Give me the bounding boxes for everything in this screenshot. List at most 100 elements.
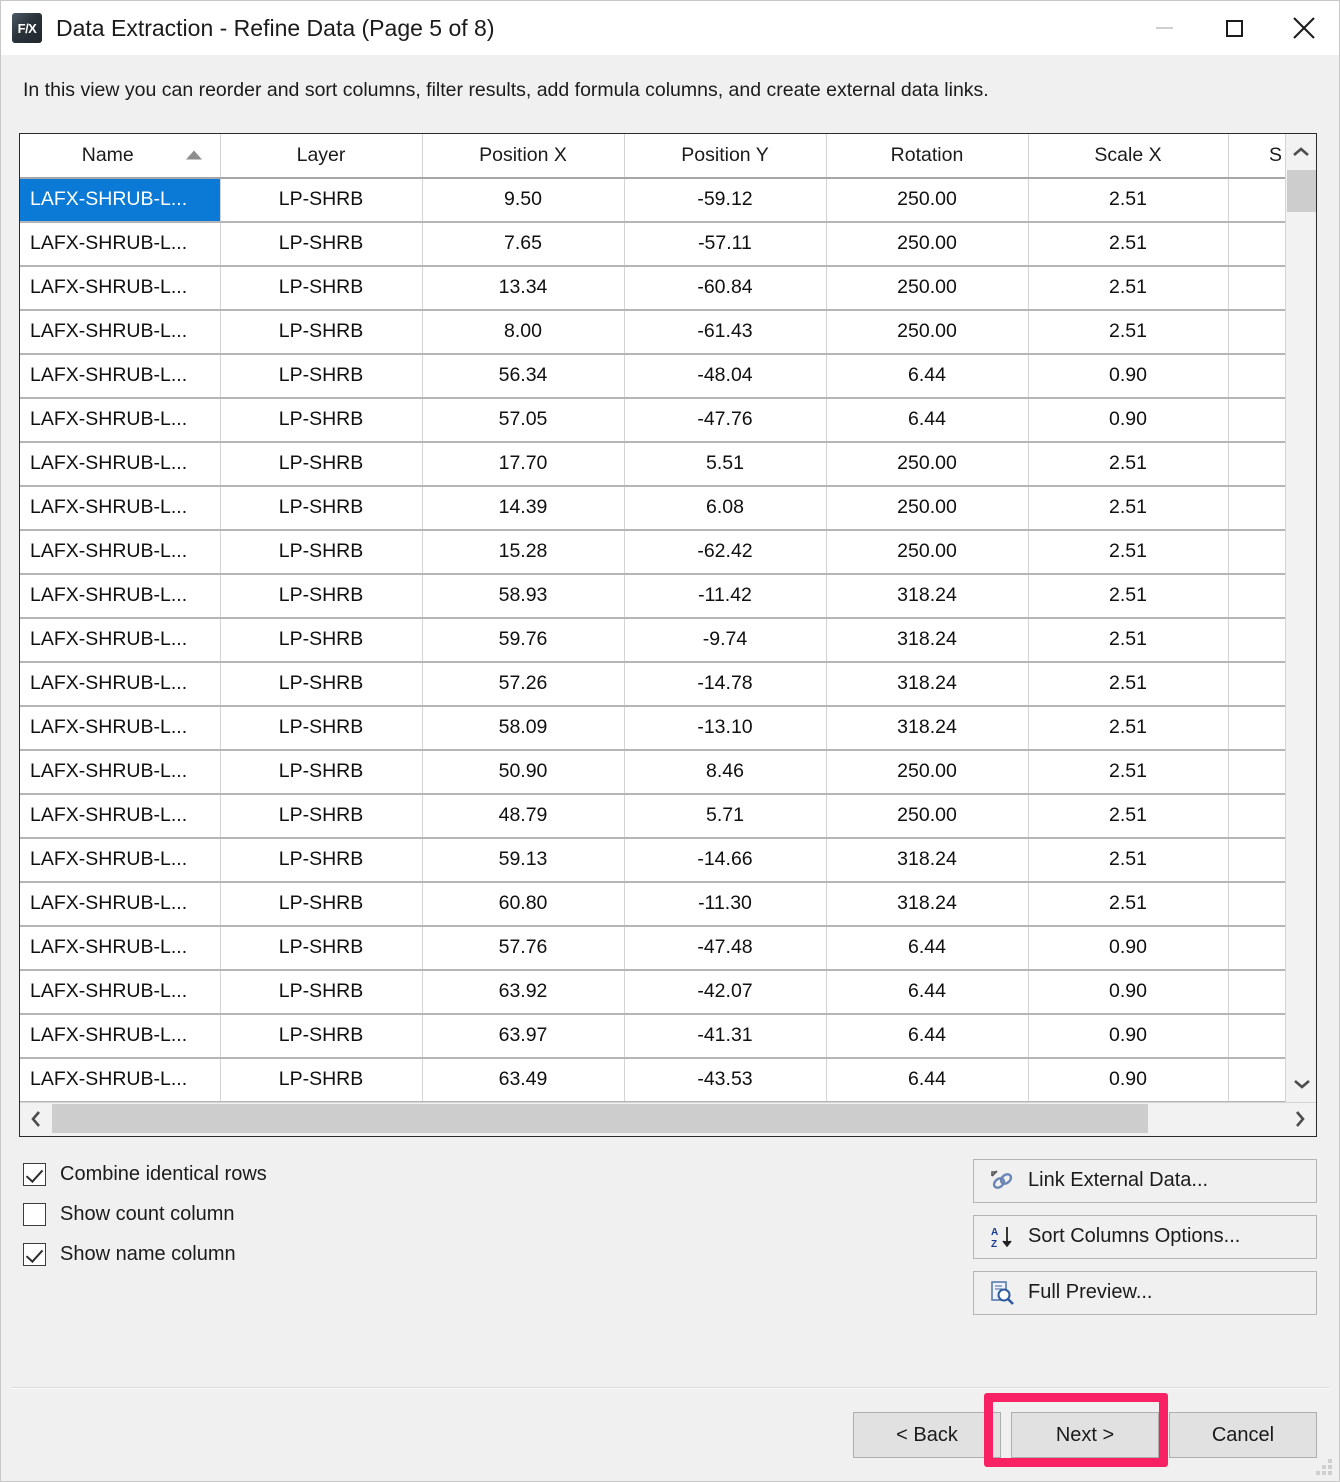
table-row[interactable]: LAFX-SHRUB-L... LP-SHRB 48.79 5.71 250.00 2.5… <box>20 793 1285 839</box>
cell-layer[interactable]: LP-SHRB <box>220 925 423 971</box>
cell-rotation[interactable]: 250.00 <box>826 265 1029 311</box>
vertical-scroll-thumb[interactable] <box>1286 169 1316 212</box>
cell-scale-y-clipped[interactable] <box>1228 265 1285 311</box>
cell-scale-y-clipped[interactable] <box>1228 661 1285 707</box>
cell-position-y[interactable]: -48.04 <box>624 353 827 399</box>
table-row[interactable]: LAFX-SHRUB-L... LP-SHRB 15.28 -62.42 250.00 2… <box>20 529 1285 575</box>
cell-position-y[interactable]: -11.30 <box>624 881 827 927</box>
scroll-down-button[interactable] <box>1286 1066 1316 1102</box>
cell-rotation[interactable]: 318.24 <box>826 705 1029 751</box>
cell-rotation[interactable]: 250.00 <box>826 441 1029 487</box>
column-header-position-x[interactable]: Position X <box>422 133 625 179</box>
cell-layer[interactable]: LP-SHRB <box>220 1057 423 1102</box>
cell-layer[interactable]: LP-SHRB <box>220 353 423 399</box>
cell-name[interactable]: LAFX-SHRUB-L... <box>20 221 221 267</box>
cell-position-y[interactable]: 5.71 <box>624 793 827 839</box>
cell-scale-x[interactable]: 2.51 <box>1028 221 1229 267</box>
cell-scale-x[interactable]: 0.90 <box>1028 397 1229 443</box>
resize-grip[interactable] <box>1314 1457 1334 1477</box>
checkbox-box[interactable] <box>23 1202 46 1226</box>
cell-position-x[interactable]: 57.05 <box>422 397 625 443</box>
cell-scale-x[interactable]: 0.90 <box>1028 925 1229 971</box>
cell-name[interactable]: LAFX-SHRUB-L... <box>20 793 221 839</box>
cell-position-x[interactable]: 8.00 <box>422 309 625 355</box>
cell-position-y[interactable]: -42.07 <box>624 969 827 1015</box>
cell-position-y[interactable]: -62.42 <box>624 529 827 575</box>
cell-rotation[interactable]: 318.24 <box>826 617 1029 663</box>
cell-scale-y-clipped[interactable] <box>1228 837 1285 883</box>
cell-position-y[interactable]: -60.84 <box>624 265 827 311</box>
cell-position-y[interactable]: -59.12 <box>624 177 827 223</box>
cell-position-y[interactable]: -47.48 <box>624 925 827 971</box>
cell-rotation[interactable]: 318.24 <box>826 881 1029 927</box>
cell-rotation[interactable]: 6.44 <box>826 969 1029 1015</box>
table-row[interactable]: LAFX-SHRUB-L... LP-SHRB 63.97 -41.31 6.44 0.9… <box>20 1013 1285 1059</box>
table-row[interactable]: LAFX-SHRUB-L... LP-SHRB 58.09 -13.10 318.24 2… <box>20 705 1285 751</box>
cell-name[interactable]: LAFX-SHRUB-L... <box>20 749 221 795</box>
checkbox-box[interactable] <box>23 1162 46 1186</box>
checkbox-show-count-column[interactable]: Show count column <box>23 1202 267 1226</box>
link-external-data-button[interactable]: Link External Data... <box>973 1158 1317 1203</box>
cell-position-x[interactable]: 57.26 <box>422 661 625 707</box>
cell-name[interactable]: LAFX-SHRUB-L... <box>20 1013 221 1059</box>
table-row[interactable]: LAFX-SHRUB-L... LP-SHRB 50.90 8.46 250.00 2.5… <box>20 749 1285 795</box>
cell-layer[interactable]: LP-SHRB <box>220 1013 423 1059</box>
cell-name[interactable]: LAFX-SHRUB-L... <box>20 573 221 619</box>
cell-position-y[interactable]: -57.11 <box>624 221 827 267</box>
cell-position-x[interactable]: 60.80 <box>422 881 625 927</box>
cell-rotation[interactable]: 250.00 <box>826 177 1029 223</box>
cell-position-y[interactable]: -11.42 <box>624 573 827 619</box>
table-row[interactable]: LAFX-SHRUB-L... LP-SHRB 63.92 -42.07 6.44 0.9… <box>20 969 1285 1015</box>
cell-scale-y-clipped[interactable] <box>1228 397 1285 443</box>
cell-scale-y-clipped[interactable] <box>1228 441 1285 487</box>
checkbox-combine-identical-rows[interactable]: Combine identical rows <box>23 1162 267 1186</box>
scroll-up-button[interactable] <box>1286 134 1317 170</box>
cell-position-x[interactable]: 9.50 <box>422 177 625 223</box>
cell-scale-x[interactable]: 0.90 <box>1028 1057 1229 1102</box>
cell-scale-y-clipped[interactable] <box>1228 485 1285 531</box>
cell-layer[interactable]: LP-SHRB <box>220 441 423 487</box>
cell-scale-y-clipped[interactable] <box>1228 749 1285 795</box>
cell-rotation[interactable]: 318.24 <box>826 837 1029 883</box>
full-preview-button[interactable]: Full Preview... <box>973 1270 1317 1315</box>
cell-rotation[interactable]: 6.44 <box>826 353 1029 399</box>
cell-position-y[interactable]: 5.51 <box>624 441 827 487</box>
cell-scale-y-clipped[interactable] <box>1228 309 1285 355</box>
cell-scale-x[interactable]: 2.51 <box>1028 265 1229 311</box>
cell-name[interactable]: LAFX-SHRUB-L... <box>20 837 221 883</box>
cell-name[interactable]: LAFX-SHRUB-L... <box>20 1057 221 1102</box>
cell-position-x[interactable]: 59.13 <box>422 837 625 883</box>
cell-layer[interactable]: LP-SHRB <box>220 265 423 311</box>
table-row[interactable]: LAFX-SHRUB-L... LP-SHRB 57.26 -14.78 318.24 2… <box>20 661 1285 707</box>
cell-rotation[interactable]: 6.44 <box>826 1013 1029 1059</box>
cell-scale-x[interactable]: 0.90 <box>1028 353 1229 399</box>
cell-scale-x[interactable]: 2.51 <box>1028 573 1229 619</box>
cell-name[interactable]: LAFX-SHRUB-L... <box>20 177 221 223</box>
cell-position-x[interactable]: 63.92 <box>422 969 625 1015</box>
cell-name[interactable]: LAFX-SHRUB-L... <box>20 529 221 575</box>
table-row[interactable]: LAFX-SHRUB-L... LP-SHRB 57.05 -47.76 6.44 0.9… <box>20 397 1285 443</box>
cell-position-y[interactable]: 8.46 <box>624 749 827 795</box>
cell-scale-y-clipped[interactable] <box>1228 705 1285 751</box>
column-header-name[interactable]: Name <box>20 133 221 179</box>
table-row[interactable]: LAFX-SHRUB-L... LP-SHRB 59.13 -14.66 318.24 2… <box>20 837 1285 883</box>
cell-position-x[interactable]: 48.79 <box>422 793 625 839</box>
table-row[interactable]: LAFX-SHRUB-L... LP-SHRB 63.49 -43.53 6.44 0.9… <box>20 1057 1285 1102</box>
cell-layer[interactable]: LP-SHRB <box>220 793 423 839</box>
cell-scale-x[interactable]: 2.51 <box>1028 441 1229 487</box>
cell-position-x[interactable]: 57.76 <box>422 925 625 971</box>
cell-layer[interactable]: LP-SHRB <box>220 221 423 267</box>
cell-scale-y-clipped[interactable] <box>1228 573 1285 619</box>
cell-scale-y-clipped[interactable] <box>1228 529 1285 575</box>
horizontal-scrollbar[interactable] <box>20 1101 1316 1136</box>
cell-scale-y-clipped[interactable] <box>1228 1013 1285 1059</box>
table-row[interactable]: LAFX-SHRUB-L... LP-SHRB 7.65 -57.11 250.00 2.… <box>20 221 1285 267</box>
column-header-scale-y-clipped[interactable]: S <box>1228 133 1285 179</box>
cell-position-x[interactable]: 14.39 <box>422 485 625 531</box>
table-row[interactable]: LAFX-SHRUB-L... LP-SHRB 8.00 -61.43 250.00 2.… <box>20 309 1285 355</box>
cell-rotation[interactable]: 250.00 <box>826 309 1029 355</box>
cell-rotation[interactable]: 6.44 <box>826 925 1029 971</box>
table-row[interactable]: LAFX-SHRUB-L... LP-SHRB 14.39 6.08 250.00 2.5… <box>20 485 1285 531</box>
cell-position-x[interactable]: 7.65 <box>422 221 625 267</box>
sort-columns-options-button[interactable]: A Z Sort Columns Options... <box>973 1214 1317 1259</box>
